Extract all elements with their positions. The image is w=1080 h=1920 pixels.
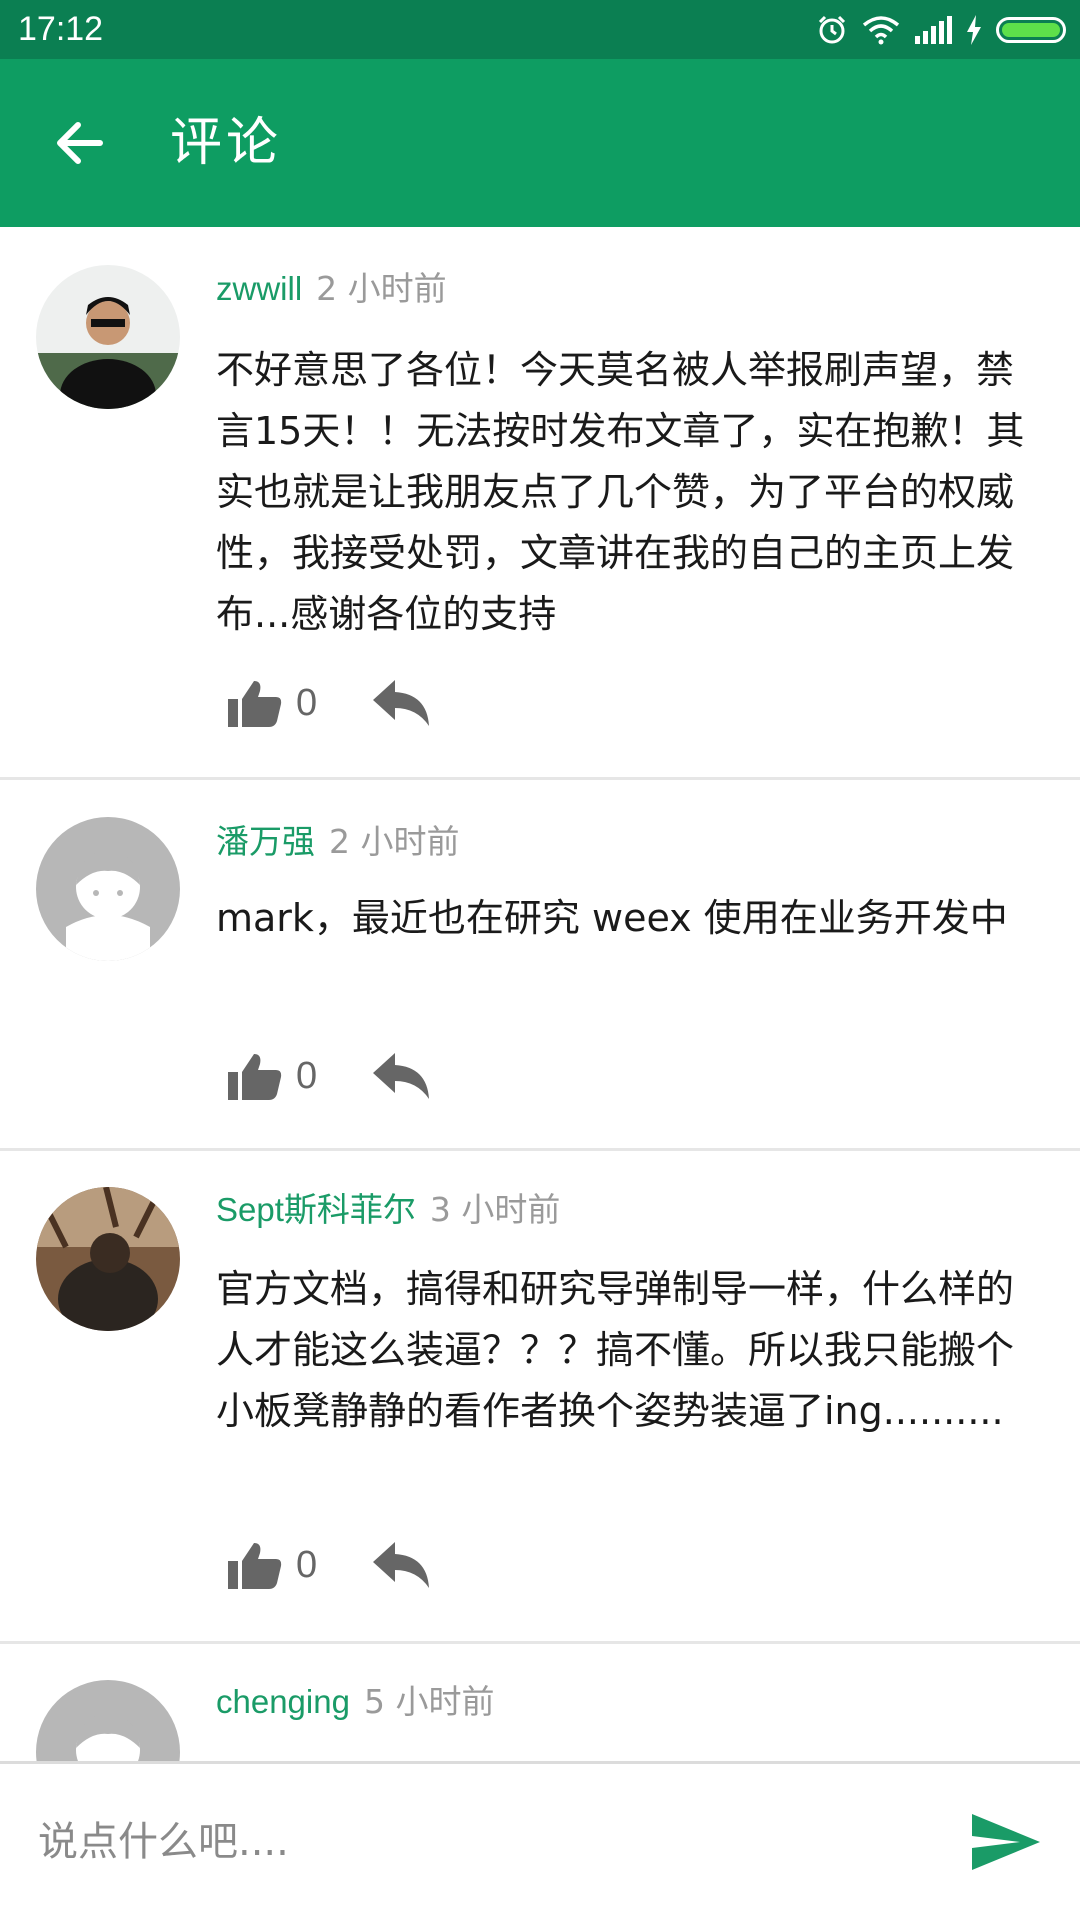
avatar[interactable]	[36, 265, 180, 409]
comment-time: 2 小时前	[329, 822, 460, 861]
comment-item: chenging 5 小时前	[0, 1644, 1080, 1761]
comment-meta: chenging 5 小时前	[216, 1682, 494, 1722]
author-name[interactable]: 潘万强	[216, 823, 315, 860]
comment-list[interactable]: zwwill 2 小时前 不好意思了各位！今天莫名被人举报刷声望，禁言15天！！无…	[0, 227, 1080, 1761]
alarm-icon	[818, 15, 846, 44]
avatar[interactable]	[36, 1680, 180, 1761]
status-time: 17:12	[18, 10, 104, 48]
like-button[interactable]: 0	[228, 1541, 317, 1589]
page-title: 评论	[170, 113, 283, 173]
arrow-left-icon	[57, 122, 103, 164]
comment-item: zwwill 2 小时前 不好意思了各位！今天莫名被人举报刷声望，禁言15天！！无…	[0, 227, 1080, 780]
like-count: 0	[296, 1054, 318, 1097]
like-count: 0	[296, 681, 318, 724]
thumbs-up-icon	[228, 1543, 282, 1589]
status-icons	[816, 10, 1066, 50]
back-button[interactable]	[48, 111, 112, 175]
thumbs-up-icon	[228, 1054, 282, 1100]
comment-actions: 0	[228, 1535, 431, 1595]
like-count: 0	[296, 1543, 318, 1586]
like-button[interactable]: 0	[228, 679, 317, 727]
comment-meta: 潘万强 2 小时前	[216, 822, 460, 862]
wifi-icon	[862, 16, 900, 45]
reply-icon	[373, 680, 430, 726]
avatar[interactable]	[36, 1187, 180, 1331]
comment-time: 5 小时前	[363, 1682, 495, 1721]
author-name[interactable]: zwwill	[216, 270, 302, 307]
app-bar: 评论	[0, 59, 1080, 227]
reply-button[interactable]	[373, 1542, 431, 1588]
charging-icon	[967, 15, 981, 45]
comment-time: 2 小时前	[316, 269, 447, 308]
status-bar: 17:12	[0, 0, 1080, 59]
comment-meta: zwwill 2 小时前	[216, 269, 447, 309]
like-button[interactable]: 0	[228, 1052, 317, 1100]
avatar[interactable]	[36, 817, 180, 961]
comment-input-bar	[0, 1761, 1080, 1920]
comment-text: 不好意思了各位！今天莫名被人举报刷声望，禁言15天！！无法按时发布文章了，实在抱…	[216, 348, 1025, 636]
comment-actions: 0	[228, 673, 431, 733]
author-name[interactable]: Sept斯科菲尔	[216, 1191, 416, 1228]
signal-icon	[915, 16, 952, 44]
comment-actions: 0	[228, 1046, 431, 1106]
reply-icon	[373, 1053, 430, 1099]
comment-input[interactable]	[36, 1809, 920, 1875]
comment-meta: Sept斯科菲尔 3 小时前	[216, 1190, 560, 1230]
reply-button[interactable]	[373, 1053, 431, 1099]
reply-icon	[373, 1542, 430, 1588]
author-name[interactable]: chenging	[216, 1683, 350, 1720]
comment-text: 官方文档，搞得和研究导弹制导一样，什么样的人才能这么装逼？？？搞不懂。所以我只能…	[216, 1267, 1015, 1433]
comment-time: 3 小时前	[429, 1190, 561, 1229]
reply-button[interactable]	[373, 680, 431, 726]
comment-item: 潘万强 2 小时前 mark，最近也在研究 weex 使用在业务开发中 0	[0, 780, 1080, 1151]
comment-text: mark，最近也在研究 weex 使用在业务开发中	[216, 896, 1008, 940]
thumbs-up-icon	[228, 681, 282, 727]
send-icon	[972, 1814, 1040, 1870]
comment-item: Sept斯科菲尔 3 小时前 官方文档，搞得和研究导弹制导一样，什么样的人才能这么…	[0, 1151, 1080, 1644]
battery-icon	[996, 17, 1066, 43]
send-button[interactable]	[970, 1812, 1042, 1872]
